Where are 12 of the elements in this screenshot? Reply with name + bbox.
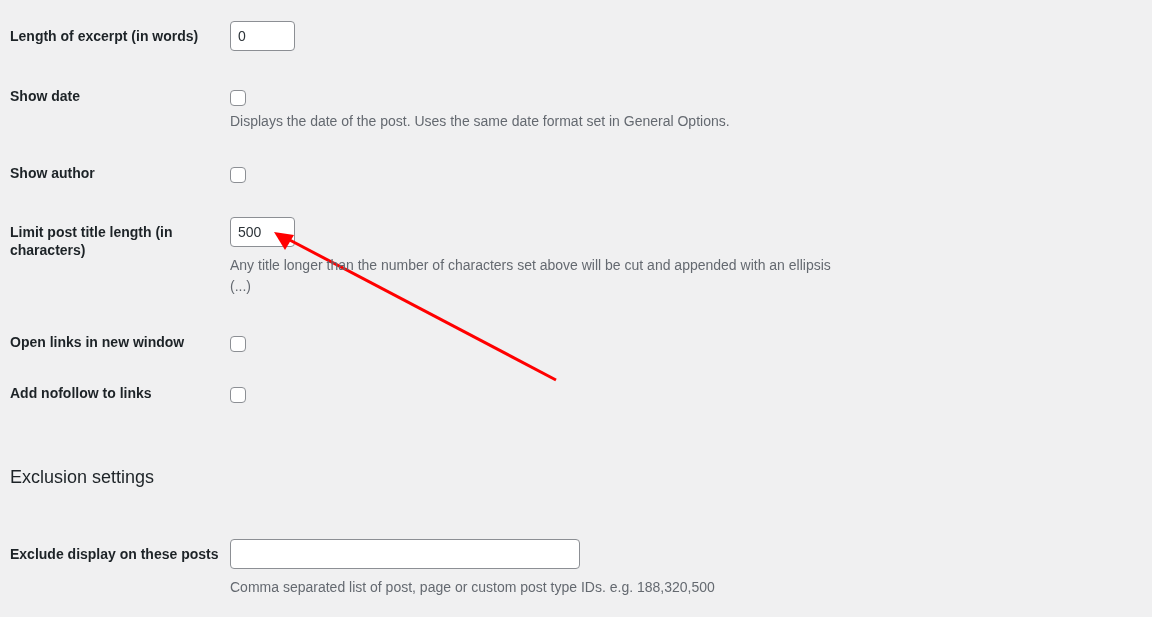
field-label: Limit post title length (in characters)	[10, 223, 174, 260]
field-label: Add nofollow to links	[10, 384, 153, 403]
field-label: Open links in new window	[10, 333, 186, 352]
field-label: Exclude display on these posts	[10, 545, 220, 564]
field-label: Show author	[10, 164, 96, 183]
number-field[interactable]: 0	[230, 21, 295, 51]
field-description: Displays the date of the post. Uses the same date format set in General Options.	[230, 112, 731, 131]
section-heading: Exclusion settings	[10, 467, 156, 488]
field-label: Length of excerpt (in words)	[10, 27, 200, 46]
number-field[interactable]: 500	[230, 217, 295, 247]
field-description: Comma separated list of post, page or custom post type IDs. e.g. 188,320,500	[230, 578, 716, 597]
field-label: Show date	[10, 87, 81, 106]
